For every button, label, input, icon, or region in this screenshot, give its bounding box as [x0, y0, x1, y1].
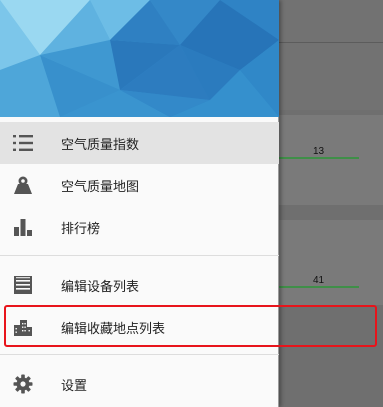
menu-item-label: 设置 [61, 378, 88, 394]
menu-item-edit-favorite-locations[interactable]: 编辑收藏地点列表 [0, 306, 279, 348]
menu-item-air-quality-map[interactable]: 空气质量地图 [0, 164, 279, 206]
menu-item-label: 编辑设备列表 [61, 279, 140, 295]
menu-item-settings[interactable]: 设置 [0, 363, 279, 405]
background-divider [279, 42, 383, 43]
menu-divider [0, 354, 279, 355]
drawer-header-image [0, 0, 279, 117]
background-value-2: 41 [313, 275, 325, 286]
menu-item-ranking[interactable]: 排行榜 [0, 206, 279, 248]
device-list-icon [14, 276, 32, 294]
menu-item-edit-device-list[interactable]: 编辑设备列表 [0, 264, 279, 306]
polygon-background-image [0, 0, 279, 117]
background-value-1: 13 [313, 146, 325, 157]
menu-item-label: 排行榜 [61, 221, 101, 237]
bar-chart-icon [14, 219, 32, 236]
list-icon [13, 135, 33, 151]
background-card-top [279, 0, 383, 110]
menu-item-air-quality-index[interactable]: 空气质量指数 [0, 122, 279, 164]
background-card-1 [279, 115, 383, 205]
menu-divider [0, 255, 279, 256]
background-bar-2 [279, 286, 359, 288]
gear-icon [13, 374, 33, 394]
background-card-2 [279, 220, 383, 305]
menu-item-label: 空气质量指数 [61, 137, 140, 153]
menu-item-label: 编辑收藏地点列表 [61, 321, 166, 337]
map-icon [14, 176, 32, 194]
background-bar-1 [279, 157, 359, 159]
navigation-drawer: 空气质量指数 空气质量地图 排行榜 编辑设备列表 编辑收藏地点列表 设置 [0, 0, 279, 407]
city-icon [14, 320, 32, 336]
menu-item-label: 空气质量地图 [61, 179, 140, 195]
